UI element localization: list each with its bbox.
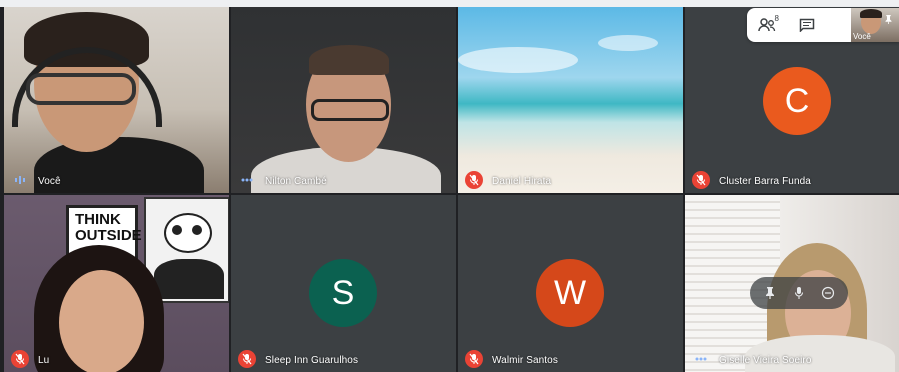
participant-name: Daniel Hirata	[492, 176, 552, 187]
people-icon	[758, 18, 776, 32]
participant-video	[59, 270, 144, 372]
glasses-icon	[311, 99, 389, 121]
participant-tile-sleep-inn[interactable]: S Sleep Inn Guarulhos	[231, 195, 456, 372]
tile-hover-controls	[750, 277, 848, 309]
remove-icon[interactable]	[816, 281, 840, 305]
participant-name: Nilton Cambé	[265, 176, 327, 187]
participants-button[interactable]: 8	[747, 8, 787, 42]
mic-off-icon	[692, 171, 710, 189]
pin-icon[interactable]	[884, 14, 893, 25]
participant-name: Sleep Inn Guarulhos	[265, 355, 359, 366]
chat-button[interactable]	[787, 8, 827, 42]
meeting-stage: Você Nilton Cambé Daniel Hirata C Cluste…	[0, 7, 899, 372]
participants-count: 8	[774, 14, 779, 23]
chat-icon	[799, 18, 815, 32]
audio-level-icon	[692, 350, 710, 368]
audio-level-icon	[11, 171, 29, 189]
glasses-icon	[26, 73, 136, 105]
participant-tile-daniel[interactable]: Daniel Hirata	[458, 7, 683, 193]
mic-off-icon	[465, 350, 483, 368]
participant-tile-nilton[interactable]: Nilton Cambé	[231, 7, 456, 193]
cloud-image	[458, 47, 578, 73]
mic-off-icon	[238, 350, 256, 368]
participant-name: Cluster Barra Funda	[719, 176, 811, 187]
mic-off-icon	[465, 171, 483, 189]
avatar: S	[309, 259, 377, 327]
self-view-thumbnail[interactable]: Você	[851, 8, 899, 42]
participant-name: Você	[38, 176, 61, 187]
participant-tile-self[interactable]: Você	[4, 7, 229, 193]
mic-icon[interactable]	[787, 281, 811, 305]
participant-tile-walmir[interactable]: W Walmir Santos	[458, 195, 683, 372]
participant-name: Walmir Santos	[492, 355, 558, 366]
pin-icon[interactable]	[758, 281, 782, 305]
avatar: W	[536, 259, 604, 327]
avatar: C	[763, 67, 831, 135]
audio-level-icon	[238, 171, 256, 189]
participant-name: Giselle Vieira Soeiro	[719, 355, 812, 366]
participant-tile-lu[interactable]: THINK OUTSIDE Lu	[4, 195, 229, 372]
self-view-label: Você	[853, 32, 871, 41]
participant-name: Lu	[38, 355, 50, 366]
mic-off-icon	[11, 350, 29, 368]
